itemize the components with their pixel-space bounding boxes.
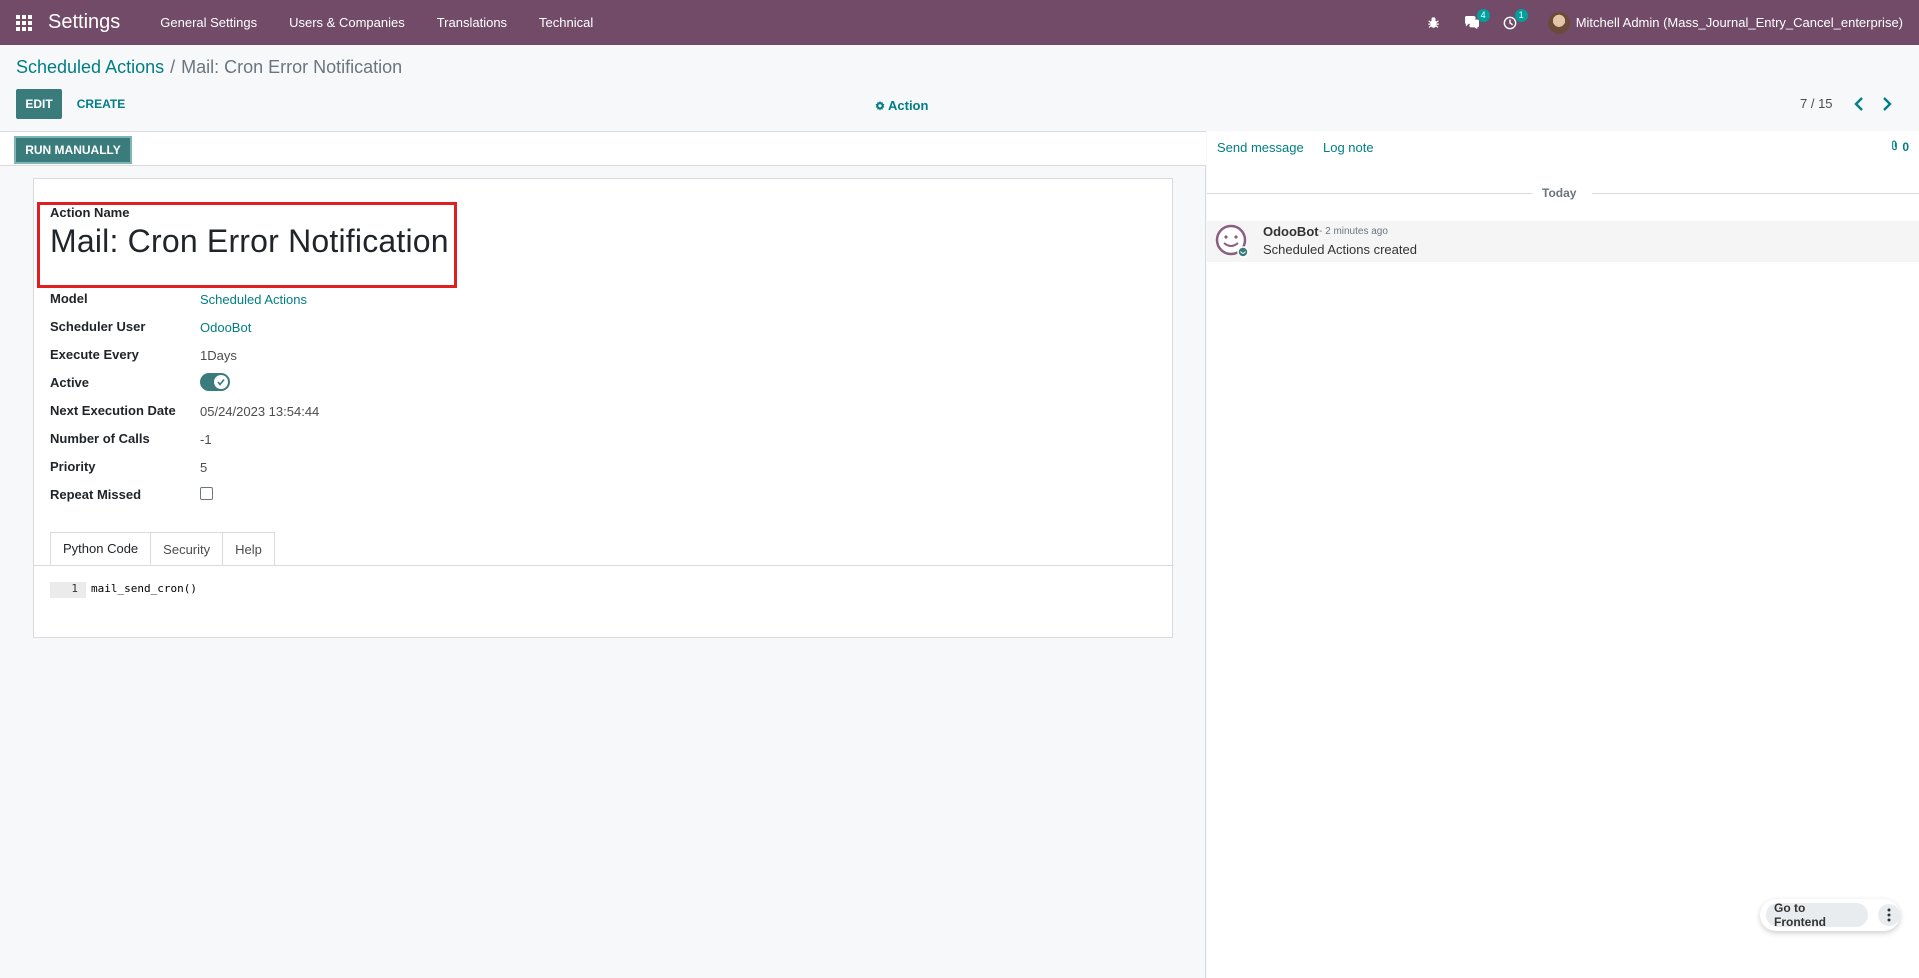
chatter-message: OdooBot - 2 minutes ago Scheduled Action… (1207, 221, 1919, 262)
active-toggle[interactable] (200, 373, 230, 391)
user-avatar[interactable] (1547, 11, 1570, 34)
model-link[interactable]: Scheduled Actions (200, 292, 307, 307)
number-of-calls-value: -1 (200, 432, 212, 447)
create-button[interactable]: CREATE (70, 89, 132, 119)
model-label: Model (50, 291, 88, 306)
priority-value: 5 (200, 460, 208, 475)
run-manually-button[interactable]: RUN MANUALLY (14, 136, 132, 164)
form-view: RUN MANUALLY Action Name Mail: Cron Erro… (0, 131, 1206, 978)
menu-general-settings[interactable]: General Settings (144, 0, 273, 45)
next-execution-label: Next Execution Date (50, 403, 176, 418)
action-menu-button[interactable]: Action (875, 98, 928, 113)
active-label: Active (50, 375, 90, 390)
odoobot-avatar[interactable] (1215, 224, 1249, 258)
messages-badge: 4 (1476, 9, 1490, 22)
menu-translations[interactable]: Translations (421, 0, 523, 45)
pager-next-icon[interactable] (1881, 96, 1895, 112)
go-to-frontend-button[interactable]: Go to Frontend (1766, 901, 1869, 929)
paperclip-icon (1892, 140, 1897, 151)
gear-icon (875, 100, 885, 110)
check-icon (214, 375, 228, 389)
tab-python-code[interactable]: Python Code (50, 532, 152, 565)
menu-users-companies[interactable]: Users & Companies (273, 0, 421, 45)
scheduler-user-link[interactable]: OdooBot (200, 320, 251, 335)
next-execution-value: 05/24/2023 13:54:44 (200, 404, 320, 419)
breadcrumb-separator: / (170, 57, 176, 77)
code-editor[interactable]: 1 mail_send_cron() (50, 582, 1160, 598)
repeat-missed-checkbox[interactable] (200, 487, 213, 500)
tab-divider (34, 565, 1174, 566)
app-title[interactable]: Settings (48, 11, 120, 34)
send-message-button[interactable]: Send message (1217, 140, 1304, 155)
action-name-label: Action Name (50, 205, 130, 220)
debug-bug-icon[interactable] (1420, 0, 1448, 45)
priority-label: Priority (50, 459, 96, 474)
tab-security[interactable]: Security (150, 532, 224, 565)
log-note-button[interactable]: Log note (1323, 140, 1374, 155)
number-of-calls-label: Number of Calls (50, 431, 150, 446)
repeat-missed-label: Repeat Missed (50, 487, 142, 502)
more-options-icon[interactable] (1878, 904, 1900, 926)
date-separator: Today (1207, 186, 1919, 200)
activities-badge: 1 (1514, 9, 1528, 22)
pager-previous-icon[interactable] (1853, 96, 1867, 112)
form-sheet: Action Name Mail: Cron Error Notificatio… (33, 178, 1174, 638)
top-navbar: Settings General Settings Users & Compan… (0, 0, 1919, 45)
notebook-tabs: Python Code Security Help (50, 532, 275, 565)
action-name-field[interactable]: Mail: Cron Error Notification (50, 223, 449, 260)
execute-every-label: Execute Every (50, 347, 139, 362)
tab-help[interactable]: Help (222, 532, 275, 565)
frontend-widget: Go to Frontend (1760, 899, 1900, 931)
scheduler-user-label: Scheduler User (50, 319, 146, 334)
breadcrumb-scheduled-actions[interactable]: Scheduled Actions (16, 57, 164, 78)
navbar-systray: 4 1 Mitchell Admin (Mass_Journal_Entry_C… (1420, 0, 1919, 45)
date-separator-label: Today (1542, 186, 1577, 200)
apps-menu-icon[interactable] (16, 14, 32, 31)
breadcrumb-current: Mail: Cron Error Notification (181, 57, 403, 77)
edit-button[interactable]: EDIT (16, 89, 62, 119)
message-author[interactable]: OdooBot (1263, 224, 1319, 239)
chatter-panel: Send message Log note 0 Today OdooBot - … (1207, 131, 1919, 978)
message-date: - 2 minutes ago (1319, 226, 1388, 237)
menu-technical[interactable]: Technical (523, 0, 609, 45)
attachments-button[interactable]: 0 (1890, 140, 1909, 154)
activities-clock-icon[interactable]: 1 (1496, 0, 1528, 45)
messages-chat-icon[interactable]: 4 (1458, 0, 1490, 45)
pager-value[interactable]: 7 / 15 (1800, 96, 1833, 111)
breadcrumb: Scheduled Actions / Mail: Cron Error Not… (16, 57, 402, 78)
main-menu: General Settings Users & Companies Trans… (144, 0, 609, 45)
code-line[interactable]: mail_send_cron() (86, 582, 197, 598)
user-menu-name[interactable]: Mitchell Admin (Mass_Journal_Entry_Cance… (1576, 15, 1903, 30)
message-body: Scheduled Actions created (1263, 242, 1417, 257)
form-statusbar: RUN MANUALLY (0, 131, 1206, 166)
execute-every-value: 1Days (200, 348, 237, 363)
code-line-number: 1 (50, 582, 86, 598)
action-menu-label: Action (888, 98, 929, 113)
attachments-count: 0 (1902, 140, 1909, 154)
